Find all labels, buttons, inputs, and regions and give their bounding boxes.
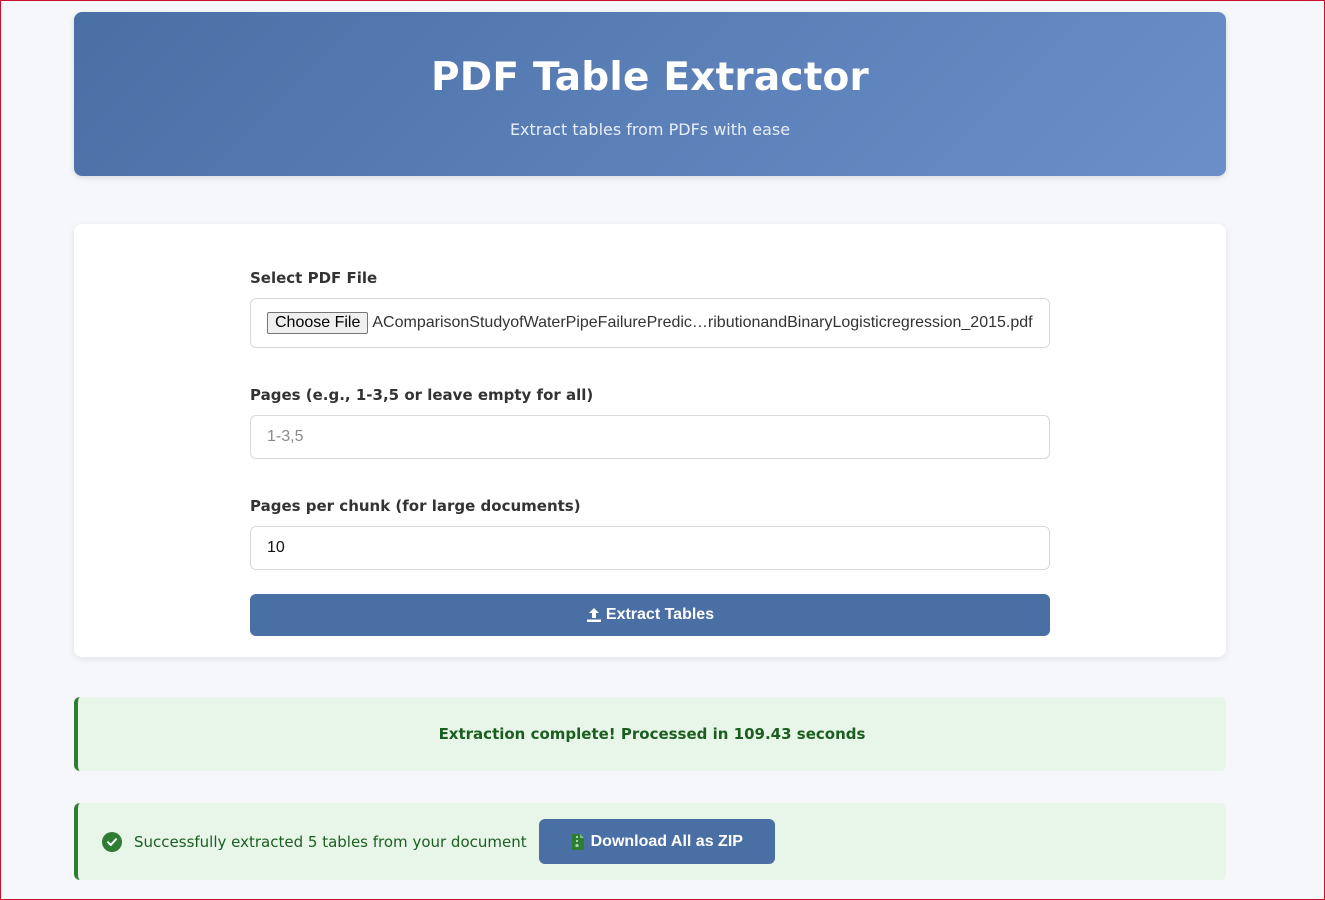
chunk-input[interactable] xyxy=(250,526,1050,570)
selected-file-name: AComparisonStudyofWaterPipeFailurePredic… xyxy=(372,314,1033,331)
extract-tables-button[interactable]: Extract Tables xyxy=(250,594,1050,636)
app-container: PDF Table Extractor Extract tables from … xyxy=(74,12,1226,880)
check-circle-icon xyxy=(102,831,122,852)
status-message-box: Extraction complete! Processed in 109.43… xyxy=(74,697,1226,771)
file-archive-icon xyxy=(571,833,584,850)
download-zip-button[interactable]: Download All as ZIP xyxy=(538,819,775,864)
download-zip-label: Download All as ZIP xyxy=(590,832,743,850)
upload-icon xyxy=(586,608,601,622)
file-label: Select PDF File xyxy=(250,269,378,287)
page-subtitle: Extract tables from PDFs with ease xyxy=(509,120,791,139)
status-message: Extraction complete! Processed in 109.43… xyxy=(438,725,866,743)
app-header: PDF Table Extractor Extract tables from … xyxy=(74,12,1226,176)
file-input[interactable]: Choose File AComparisonStudyofWaterPipeF… xyxy=(250,298,1050,348)
pages-input[interactable] xyxy=(250,415,1050,459)
upload-form: Select PDF File Choose File AComparisonS… xyxy=(250,268,1050,636)
pages-label: Pages (e.g., 1-3,5 or leave empty for al… xyxy=(250,386,594,404)
upload-card: Select PDF File Choose File AComparisonS… xyxy=(74,224,1226,657)
result-box: Successfully extracted 5 tables from you… xyxy=(74,803,1226,880)
result-message: Successfully extracted 5 tables from you… xyxy=(134,832,527,851)
page-title: PDF Table Extractor xyxy=(431,55,869,100)
extract-tables-label: Extract Tables xyxy=(605,606,715,623)
choose-file-button[interactable]: Choose File xyxy=(267,312,369,334)
chunk-label: Pages per chunk (for large documents) xyxy=(250,497,581,515)
